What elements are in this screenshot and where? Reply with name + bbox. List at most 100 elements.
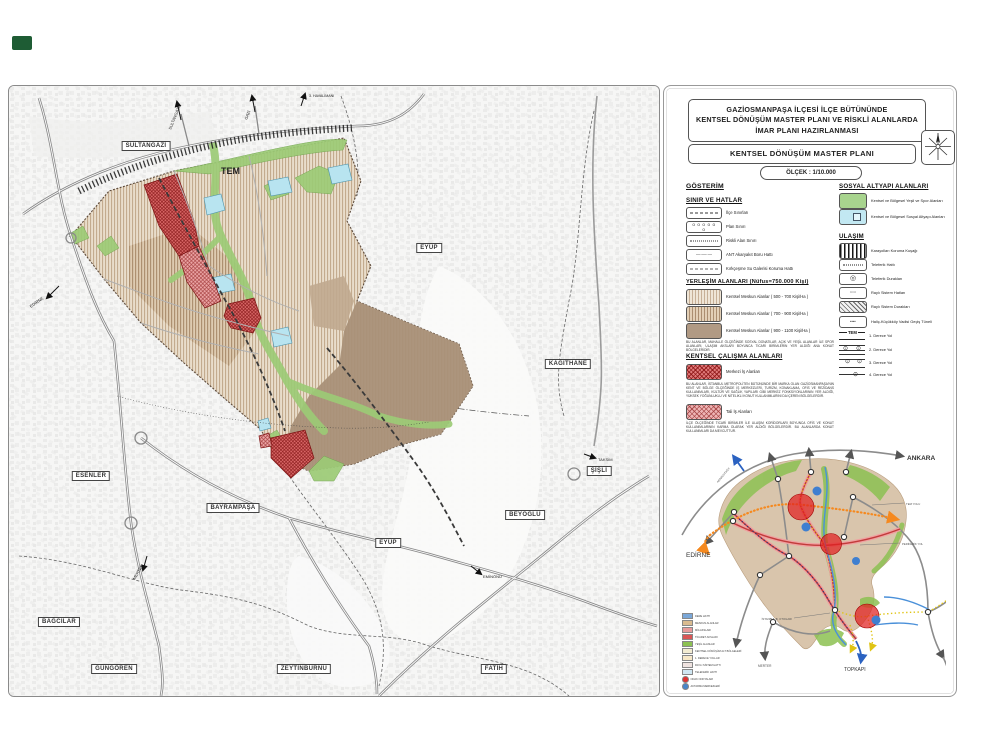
legend-item: 2. Derece Yol — [839, 345, 953, 355]
legend-item: Karayolları Koruma Kuşağı — [839, 243, 955, 259]
mini-legend-row: TELEFERİK HATTI — [682, 669, 717, 675]
yol-1-symbol: TEM — [839, 332, 865, 340]
kirkcesme-symbol — [686, 263, 722, 275]
section-sosyal: SOSYAL ALTYAPI ALANLARI — [839, 183, 928, 190]
master-plan-map[interactable]: SULTANGAZİ GAZİ 3. HAVALİMANI EDİRNE MER… — [8, 85, 660, 697]
meskun-500-swatch — [686, 289, 722, 305]
district-label-kagithane: KAĞITHANE — [545, 359, 591, 369]
legend-item: 3. Derece Yol — [839, 359, 953, 368]
compass-icon — [921, 130, 955, 165]
title-line-3: İMAR PLANI HAZIRLANMASI — [689, 126, 925, 136]
legend-item: Kentsel Meskun Alanlar ( 700 - 900 Kişi/… — [686, 306, 838, 322]
mini-swatch — [682, 641, 693, 647]
mini-swatch — [682, 648, 693, 654]
mini-swatch — [682, 613, 693, 619]
meskun-900-swatch — [686, 323, 722, 339]
district-label-esenler: ESENLER — [72, 471, 110, 481]
corner-stamp — [12, 36, 32, 50]
mini-legend-row: MESKUN ALANLAR — [682, 620, 719, 626]
legend-item: Kentsel ve Bölgesel Yeşil ve Spor Alanla… — [839, 193, 955, 209]
label-leader-mid: PERİFERİK YOL — [902, 541, 924, 546]
yol-3-symbol — [839, 359, 865, 368]
mini-swatch — [682, 676, 689, 683]
legend-item: 4. Derece Yol — [839, 373, 953, 378]
teleferik-durak-symbol — [839, 273, 867, 285]
section-sinir: SINIR VE HATLAR — [686, 197, 742, 204]
mini-swatch — [682, 620, 693, 626]
label-otogar: İSTANBUL B. OTOGARI — [762, 616, 793, 621]
mini-swatch — [682, 627, 693, 633]
legend-item: Kentsel Meskun Alanlar ( 500 - 700 Kişi/… — [686, 289, 838, 305]
merkezi-note: BU ALANLAR, İSTANBUL METROPOLİTEN BÜTÜNÜ… — [686, 382, 834, 399]
mini-legend-row: TİCARET AKSLARI — [682, 634, 718, 640]
legend-item: Tali İş Alanları — [686, 404, 838, 420]
meskun-700-swatch — [686, 306, 722, 322]
tem-road-label: TEM — [221, 166, 240, 176]
mini-swatch — [682, 655, 693, 661]
page: SULTANGAZİ GAZİ 3. HAVALİMANI EDİRNE MER… — [0, 0, 1000, 750]
district-label-gungoren: GÜNGÖREN — [91, 664, 137, 674]
label-edirne: EDİRNE — [686, 550, 711, 559]
legend-item: Teleferik Hattı — [839, 259, 955, 271]
arrow-label-taksim: TAKSİM — [598, 457, 613, 462]
legend-item: Raylı Sistem Durakları — [839, 301, 955, 313]
yerlesim-note: BU ALANLAR, MAHALLE ÖLÇEĞİNDE SOSYAL DON… — [686, 340, 834, 352]
label-topkapi: TOPKAPI — [844, 667, 866, 673]
mini-swatch — [682, 662, 693, 668]
district-label-fatih: FATİH — [481, 664, 507, 674]
koruma-kusagi-swatch — [839, 243, 867, 259]
legend-item: Plan Sınırı — [686, 221, 838, 233]
district-label-eyup-s: EYÜP — [375, 538, 401, 548]
boru-hatti-symbol — [686, 249, 722, 261]
rayli-durak-swatch — [839, 301, 867, 313]
plan-siniri-symbol — [686, 221, 722, 233]
yesil-spor-swatch — [839, 193, 867, 209]
legend-item: Haliç-Küçükköy Vadisi Geçiş Tüneli — [839, 316, 955, 328]
mini-swatch — [682, 634, 693, 640]
mini-legend-row: ODAK NOKTALARI — [682, 676, 713, 683]
yol-4-symbol — [839, 374, 865, 377]
scale-label: ÖLÇEK : 1/10.000 — [760, 166, 862, 180]
legend-item: Teleferik Durakları — [839, 273, 955, 285]
legend-item: Kentsel ve Bölgesel Sosyal Altyapı Alanl… — [839, 209, 955, 225]
legend-item: Raylı Sistem Hatları — [839, 287, 955, 299]
district-label-zeytinburnu: ZEYTİNBURNU — [277, 664, 331, 674]
legend-item: TEM1. Derece Yol — [839, 332, 953, 340]
mini-legend-row: 1. DERECE YOLLAR — [682, 655, 720, 661]
ilce-siniri-symbol — [686, 207, 722, 219]
yol-2-symbol — [839, 345, 865, 355]
mini-legend-row: DERE HATTI — [682, 613, 710, 619]
tunel-symbol — [839, 316, 867, 328]
mini-legend-row: KENTSEL DÖNÜŞÜM ALT BÖLGELERİ — [682, 648, 741, 654]
mini-legend-row: YEŞİL ALANLAR — [682, 641, 715, 647]
legend-panel: GAZİOSMANPAŞA İLÇESİ İLÇE BÜTÜNÜNDE KENT… — [663, 85, 957, 697]
mini-swatch — [682, 669, 693, 675]
title-line-2: KENTSEL DÖNÜŞÜM MASTER PLANI VE RİSKLİ A… — [689, 115, 925, 125]
district-label-bagcilar: BAĞCILAR — [38, 617, 80, 627]
legend-header: GÖSTERİM — [686, 183, 724, 190]
label-leader-top: TEM YOLU — [906, 502, 920, 506]
section-yerlesim: YERLEŞİM ALANLARI (Nüfus=750.000 Kişi) — [686, 279, 809, 285]
section-ulasim: ULAŞIM — [839, 233, 864, 240]
legend-item: Riskli Alan Sınırı — [686, 235, 838, 247]
mini-legend-row: RAYLI SİSTEM HATTI — [682, 662, 721, 668]
mini-legend-row: MİA AKSLARI — [682, 627, 711, 633]
arrow-label-havalimani: 3. HAVALİMANI — [309, 93, 334, 98]
label-merter: MERTER — [758, 664, 772, 668]
section-calisma: KENTSEL ÇALIŞMA ALANLARI — [686, 353, 782, 360]
district-label-sisli: ŞİŞLİ — [587, 466, 612, 476]
teleferik-hatti-symbol — [839, 259, 867, 271]
district-label-sultangazi: SULTANGAZİ — [122, 141, 171, 151]
legend-item: İlçe Sınırları — [686, 207, 838, 219]
legend-item: Kırkçeşme Su Galerisi Koruma Hattı — [686, 263, 838, 275]
mini-swatch — [682, 683, 689, 690]
title-line-1: GAZİOSMANPAŞA İLÇESİ İLÇE BÜTÜNÜNDE — [689, 105, 925, 115]
tali-is-swatch — [686, 404, 722, 420]
rayli-hat-symbol — [839, 287, 867, 299]
map-canvas: SULTANGAZİ GAZİ 3. HAVALİMANI EDİRNE MER… — [9, 86, 659, 696]
legend-item: Kentsel Meskun Alanlar ( 900 - 1100 Kişi… — [686, 323, 838, 339]
plan-title: KENTSEL DÖNÜŞÜM MASTER PLANI — [688, 144, 916, 164]
district-label-bayrampasa: BAYRAMPAŞA — [206, 503, 259, 513]
arrow-label-eminonu: EMİNÖNÜ — [483, 574, 502, 579]
tem-tag: TEM — [847, 330, 858, 335]
